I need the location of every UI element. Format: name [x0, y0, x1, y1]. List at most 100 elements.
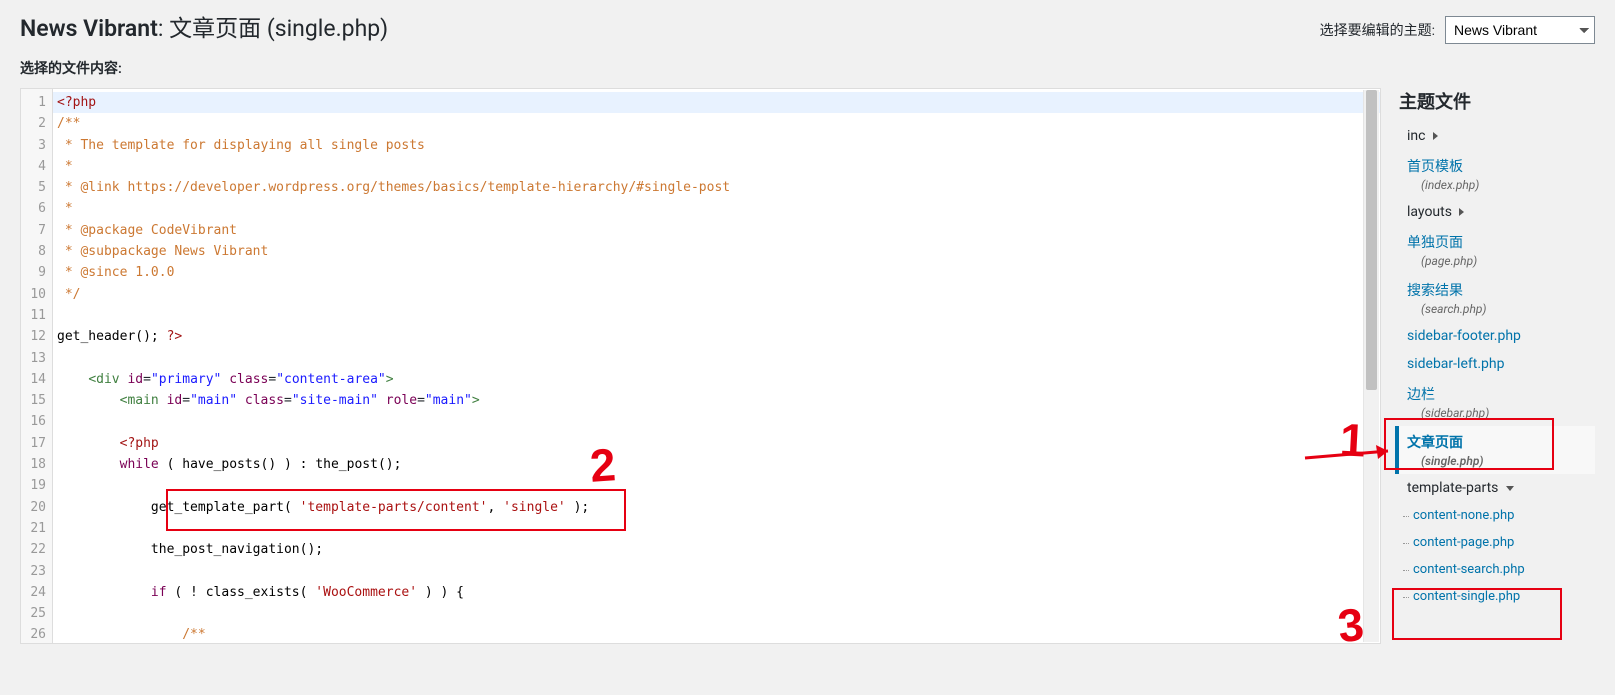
file-sidebar-footer.php[interactable]: sidebar-footer.php: [1395, 322, 1595, 350]
file-search.php[interactable]: 搜索结果 (search.php): [1395, 274, 1595, 322]
file-label: 文章页面: [1407, 435, 1463, 451]
file-sub-label: (index.php): [1407, 178, 1587, 192]
line-number: 23: [21, 561, 46, 582]
line-number: 6: [21, 198, 46, 219]
theme-select-label: 选择要编辑的主题:: [1320, 20, 1435, 40]
caret-right-icon: [1433, 132, 1438, 140]
line-number: 14: [21, 369, 46, 390]
caret-right-icon: [1459, 208, 1464, 216]
code-line[interactable]: * @package CodeVibrant: [53, 220, 1380, 241]
line-number: 22: [21, 539, 46, 560]
line-number: 16: [21, 411, 46, 432]
code-line[interactable]: while ( have_posts() ) : the_post();: [53, 454, 1380, 475]
caret-down-icon: [1506, 486, 1514, 491]
file-content-page.php[interactable]: content-page.php: [1395, 529, 1595, 556]
folder-label: inc: [1407, 128, 1429, 144]
file-tree: inc 首页模板 (index.php) layouts 单独页面 (page.php…: [1395, 122, 1595, 610]
code-line[interactable]: [53, 518, 1380, 539]
line-number: 19: [21, 475, 46, 496]
line-number: 17: [21, 433, 46, 454]
code-line[interactable]: get_template_part( 'template-parts/conte…: [53, 497, 1380, 518]
code-line[interactable]: <?php: [53, 92, 1380, 113]
file-content-label: 选择的文件内容:: [20, 50, 1595, 88]
line-number: 12: [21, 326, 46, 347]
file-sub-label: (search.php): [1407, 302, 1587, 316]
file-sidebar-left.php[interactable]: sidebar-left.php: [1395, 350, 1595, 378]
code-line[interactable]: * The template for displaying all single…: [53, 135, 1380, 156]
code-line[interactable]: [53, 348, 1380, 369]
file-index.php[interactable]: 首页模板 (index.php): [1395, 150, 1595, 198]
line-number: 4: [21, 156, 46, 177]
folder-template-parts[interactable]: template-parts: [1395, 474, 1595, 502]
line-number: 9: [21, 262, 46, 283]
code-line[interactable]: <main id="main" class="site-main" role="…: [53, 390, 1380, 411]
code-line[interactable]: the_post_navigation();: [53, 539, 1380, 560]
file-sub-label: (page.php): [1407, 254, 1587, 268]
code-line[interactable]: * @since 1.0.0: [53, 262, 1380, 283]
line-number: 5: [21, 177, 46, 198]
file-label: 单独页面: [1407, 235, 1463, 251]
file-label: 搜索结果: [1407, 283, 1463, 299]
code-line[interactable]: /**: [53, 624, 1380, 643]
line-number: 2: [21, 113, 46, 134]
code-line[interactable]: <?php: [53, 433, 1380, 454]
line-number: 25: [21, 603, 46, 624]
code-editor[interactable]: 1234567891011121314151617181920212223242…: [20, 88, 1381, 644]
page-title: News Vibrant: 文章页面 (single.php): [20, 14, 388, 44]
code-line[interactable]: [53, 561, 1380, 582]
code-line[interactable]: [53, 475, 1380, 496]
line-number: 1: [21, 92, 46, 113]
line-number: 21: [21, 518, 46, 539]
file-in-title: (single.php): [267, 15, 388, 42]
file-sub-label: (single.php): [1407, 454, 1587, 468]
file-single.php[interactable]: 文章页面 (single.php): [1395, 426, 1595, 474]
line-number: 24: [21, 582, 46, 603]
folder-label: layouts: [1407, 204, 1455, 220]
theme-select-dropdown[interactable]: News Vibrant: [1445, 16, 1595, 44]
scrollbar-thumb[interactable]: [1366, 90, 1377, 390]
theme-name: News Vibrant: [20, 15, 158, 42]
line-number: 3: [21, 135, 46, 156]
folder-label: template-parts: [1407, 480, 1502, 496]
line-number: 13: [21, 348, 46, 369]
code-line[interactable]: * @subpackage News Vibrant: [53, 241, 1380, 262]
file-label: 边栏: [1407, 387, 1435, 403]
file-content-search.php[interactable]: content-search.php: [1395, 556, 1595, 583]
code-line[interactable]: *: [53, 198, 1380, 219]
line-number: 11: [21, 305, 46, 326]
scrollbar-track[interactable]: [1363, 90, 1379, 642]
line-number: 7: [21, 220, 46, 241]
file-label: 首页模板: [1407, 159, 1463, 175]
code-area[interactable]: <?php/** * The template for displaying a…: [53, 89, 1380, 643]
sidebar-title: 主题文件: [1395, 88, 1595, 114]
page-label: 文章页面: [169, 15, 261, 42]
theme-files-sidebar: 主题文件 inc 首页模板 (index.php) layouts 单独页面 (pag…: [1395, 88, 1595, 610]
code-line[interactable]: * @link https://developer.wordpress.org/…: [53, 177, 1380, 198]
code-line[interactable]: [53, 305, 1380, 326]
line-number-gutter: 1234567891011121314151617181920212223242…: [21, 89, 53, 643]
folder-inc[interactable]: inc: [1395, 122, 1595, 150]
file-label: sidebar-left.php: [1407, 356, 1504, 372]
file-content-single.php[interactable]: content-single.php: [1395, 583, 1595, 610]
file-page.php[interactable]: 单独页面 (page.php): [1395, 226, 1595, 274]
line-number: 18: [21, 454, 46, 475]
line-number: 10: [21, 284, 46, 305]
code-line[interactable]: if ( ! class_exists( 'WooCommerce' ) ) {: [53, 582, 1380, 603]
file-sidebar.php[interactable]: 边栏 (sidebar.php): [1395, 378, 1595, 426]
code-line[interactable]: get_header(); ?>: [53, 326, 1380, 347]
line-number: 15: [21, 390, 46, 411]
file-sub-label: (sidebar.php): [1407, 406, 1587, 420]
theme-selector: 选择要编辑的主题: News Vibrant: [1320, 14, 1595, 44]
code-line[interactable]: [53, 603, 1380, 624]
code-line[interactable]: <div id="primary" class="content-area">: [53, 369, 1380, 390]
code-line[interactable]: [53, 411, 1380, 432]
folder-layouts[interactable]: layouts: [1395, 198, 1595, 226]
code-line[interactable]: */: [53, 284, 1380, 305]
file-label: sidebar-footer.php: [1407, 328, 1521, 344]
code-line[interactable]: *: [53, 156, 1380, 177]
line-number: 26: [21, 624, 46, 644]
file-content-none.php[interactable]: content-none.php: [1395, 502, 1595, 529]
line-number: 20: [21, 497, 46, 518]
code-line[interactable]: /**: [53, 113, 1380, 134]
line-number: 8: [21, 241, 46, 262]
